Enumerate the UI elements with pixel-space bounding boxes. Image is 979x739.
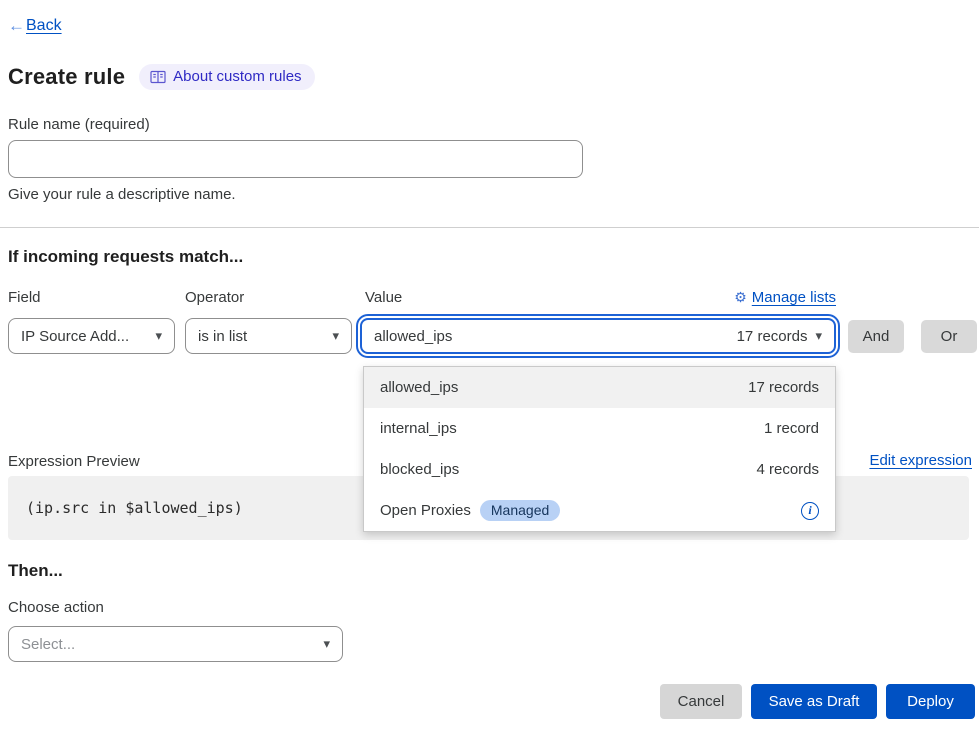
action-select[interactable]: Select... ▾: [8, 626, 343, 662]
manage-lists-label: Manage lists: [752, 289, 836, 306]
list-record-count: 17 records: [748, 379, 819, 396]
value-select[interactable]: allowed_ips 17 records ▾: [360, 318, 836, 354]
value-select-record-count: 17 records: [737, 328, 808, 345]
chevron-down-icon: ▾: [155, 328, 162, 344]
expression-preview-label: Expression Preview: [8, 453, 140, 470]
chevron-down-icon: ▾: [815, 328, 822, 344]
operator-label: Operator: [185, 289, 244, 306]
chevron-down-icon: ▾: [323, 636, 330, 652]
list-record-count: 4 records: [756, 461, 819, 478]
or-button[interactable]: Or: [921, 320, 977, 353]
save-as-draft-button[interactable]: Save as Draft: [751, 684, 877, 719]
rule-name-label: Rule name (required): [8, 116, 150, 133]
cancel-button[interactable]: Cancel: [660, 684, 742, 719]
info-icon[interactable]: i: [801, 502, 819, 520]
choose-action-label: Choose action: [8, 599, 104, 616]
and-button[interactable]: And: [848, 320, 904, 353]
list-name: allowed_ips: [380, 379, 458, 396]
dropdown-item-blocked-ips[interactable]: blocked_ips 4 records: [364, 449, 835, 490]
about-custom-rules-badge[interactable]: About custom rules: [139, 64, 314, 90]
arrow-left-icon: ←: [8, 16, 25, 36]
back-link[interactable]: ←Back: [8, 16, 62, 36]
operator-select[interactable]: is in list ▾: [185, 318, 352, 354]
dropdown-item-allowed-ips[interactable]: allowed_ips 17 records: [364, 367, 835, 408]
list-name: internal_ips: [380, 420, 457, 437]
book-icon: [150, 70, 166, 84]
list-dropdown: allowed_ips 17 records internal_ips 1 re…: [363, 366, 836, 532]
rule-name-input[interactable]: [8, 140, 583, 178]
field-select[interactable]: IP Source Add... ▾: [8, 318, 175, 354]
gear-icon: ⚙: [734, 289, 747, 306]
back-link-label: Back: [26, 17, 62, 35]
dropdown-item-open-proxies[interactable]: Open Proxies Managed i: [364, 490, 835, 531]
title-row: Create rule About custom rules: [8, 64, 315, 90]
operator-select-value: is in list: [198, 328, 247, 345]
action-select-placeholder: Select...: [21, 636, 75, 653]
about-badge-label: About custom rules: [173, 68, 301, 85]
deploy-button[interactable]: Deploy: [886, 684, 975, 719]
chevron-down-icon: ▾: [332, 328, 339, 344]
rule-name-helper: Give your rule a descriptive name.: [8, 186, 236, 203]
then-section-title: Then...: [8, 561, 63, 581]
expression-code: (ip.src in $allowed_ips): [26, 499, 243, 517]
edit-expression-link[interactable]: Edit expression: [869, 452, 972, 469]
page-title: Create rule: [8, 64, 125, 90]
manage-lists-link[interactable]: ⚙ Manage lists: [363, 289, 836, 306]
list-name: Open Proxies: [380, 502, 471, 519]
dropdown-item-internal-ips[interactable]: internal_ips 1 record: [364, 408, 835, 449]
section-divider: [0, 227, 979, 228]
match-section-title: If incoming requests match...: [8, 247, 243, 267]
field-label: Field: [8, 289, 41, 306]
create-rule-page: ←Back Create rule About custom rules Rul…: [0, 0, 979, 739]
field-select-value: IP Source Add...: [21, 328, 129, 345]
value-select-value: allowed_ips: [374, 328, 452, 345]
list-record-count: 1 record: [764, 420, 819, 437]
list-name: blocked_ips: [380, 461, 459, 478]
managed-badge: Managed: [480, 500, 560, 521]
